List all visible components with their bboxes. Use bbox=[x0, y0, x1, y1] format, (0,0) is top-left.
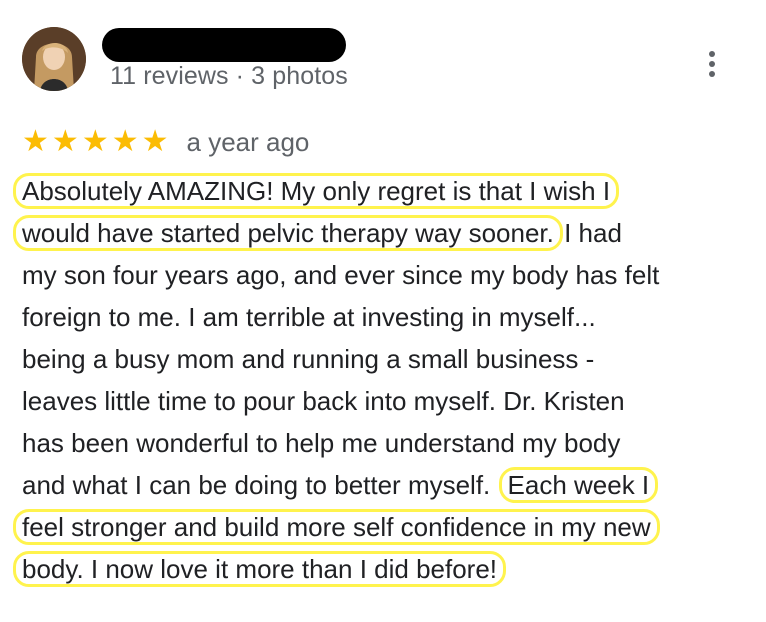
highlighted-text: body. I now love it more than I did befo… bbox=[13, 551, 507, 587]
review-text-segment: and what I can be doing to better myself… bbox=[22, 470, 498, 500]
review-line: foreign to me. I am terrible at investin… bbox=[22, 302, 596, 332]
review-line: leaves little time to pour back into mys… bbox=[22, 386, 625, 416]
more-options-button[interactable] bbox=[697, 44, 727, 84]
review-line: my son four years ago, and ever since my… bbox=[22, 260, 660, 290]
profile-photo-icon bbox=[22, 27, 86, 91]
review-line: body. I now love it more than I did befo… bbox=[13, 548, 752, 590]
review-text-segment: I had bbox=[556, 218, 622, 248]
star-icon: ★ bbox=[51, 125, 79, 158]
reviewer-avatar[interactable] bbox=[22, 27, 86, 91]
review-line: Absolutely AMAZING! My only regret is th… bbox=[13, 170, 752, 212]
star-icon: ★ bbox=[22, 125, 49, 158]
highlighted-text: Absolutely AMAZING! My only regret is th… bbox=[13, 173, 620, 209]
star-rating: ★ ★ ★ ★ ★ a year ago bbox=[22, 126, 309, 158]
review-text: Absolutely AMAZING! My only regret is th… bbox=[13, 170, 752, 590]
highlighted-text: would have started pelvic therapy way so… bbox=[13, 215, 563, 251]
highlighted-text: Each week I bbox=[498, 467, 659, 503]
star-icon: ★ bbox=[111, 125, 139, 158]
review-date: a year ago bbox=[186, 126, 310, 157]
review-line: being a busy mom and running a small bus… bbox=[22, 344, 595, 374]
more-vert-dot bbox=[709, 71, 715, 77]
stars: ★ ★ ★ ★ ★ bbox=[22, 126, 169, 158]
review-line: would have started pelvic therapy way so… bbox=[13, 212, 752, 254]
review-line: and what I can be doing to better myself… bbox=[22, 464, 752, 506]
more-vert-icon bbox=[709, 51, 715, 57]
star-icon: ★ bbox=[141, 125, 169, 158]
reviewer-meta[interactable]: 11 reviews · 3 photos bbox=[110, 62, 348, 91]
highlighted-text: feel stronger and build more self confid… bbox=[13, 509, 660, 545]
review-line: has been wonderful to help me understand… bbox=[22, 428, 621, 458]
more-vert-dot bbox=[709, 61, 715, 67]
reviewer-name-redacted bbox=[102, 28, 346, 62]
review-line: feel stronger and build more self confid… bbox=[13, 506, 752, 548]
star-icon: ★ bbox=[81, 125, 109, 158]
